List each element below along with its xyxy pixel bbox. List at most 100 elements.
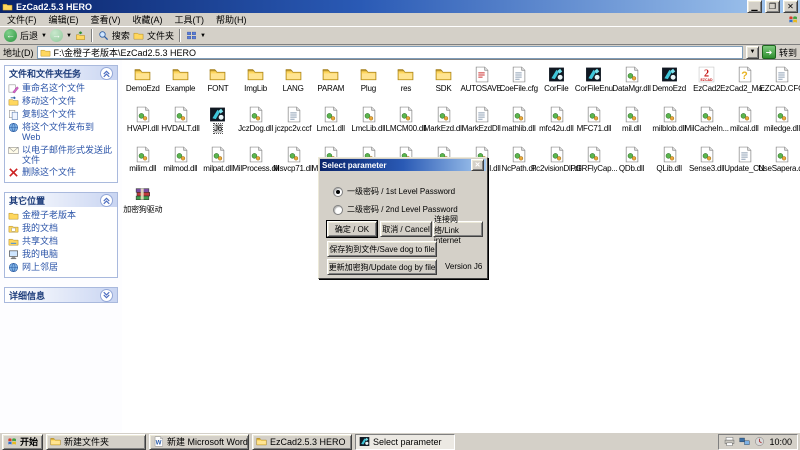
go-label[interactable]: 转到 (779, 46, 797, 59)
file-item[interactable]: Example (162, 66, 200, 106)
chevron-up-icon[interactable] (100, 194, 113, 207)
sidebar-item[interactable]: 我的文档 (8, 223, 114, 234)
file-item[interactable]: HVDALT.dll (162, 106, 200, 146)
file-item[interactable]: ImgLib (237, 66, 275, 106)
tray-status-icon[interactable] (754, 436, 765, 447)
sidebar-item[interactable]: 移动这个文件 (8, 96, 114, 107)
file-item[interactable]: Lmc1.dll (312, 106, 350, 146)
tray-network-icon[interactable] (739, 436, 750, 447)
file-item[interactable]: AUTOSAVE (462, 66, 500, 106)
radio-1st-level-password[interactable]: 一级密码 / 1st Level Password (333, 186, 455, 197)
file-item[interactable]: QLib.dll (650, 146, 688, 186)
file-item[interactable]: J6 (199, 106, 237, 146)
file-item[interactable]: FONT (199, 66, 237, 106)
taskbox-header[interactable]: 文件和文件夹任务 (5, 66, 117, 80)
file-item[interactable]: QDb.dll (613, 146, 651, 186)
sidebar-item[interactable]: 将这个文件发布到 Web (8, 122, 114, 143)
radio-button[interactable] (333, 187, 343, 197)
file-item[interactable]: SDK (425, 66, 463, 106)
views-icon[interactable] (186, 30, 197, 41)
sidebar-item-label[interactable]: 移动这个文件 (22, 96, 76, 106)
back-dropdown[interactable]: ▼ (41, 33, 47, 39)
sidebar-item-label[interactable]: 以电子邮件形式发送此文件 (22, 145, 114, 166)
sidebar-item[interactable]: 网上邻居 (8, 262, 114, 273)
sidebar-item-label[interactable]: 网上邻居 (22, 262, 58, 272)
file-item[interactable]: milcal.dll (726, 106, 764, 146)
chevron-up-icon[interactable] (100, 67, 113, 80)
back-button[interactable]: ← (4, 29, 17, 42)
file-item[interactable]: LmcLib.dll (350, 106, 388, 146)
sidebar-item-label[interactable]: 共享文档 (22, 236, 58, 246)
link-internet-button[interactable]: 连接网络/Link internet (433, 221, 483, 237)
sidebar-item-label[interactable]: 删除这个文件 (22, 167, 76, 177)
file-item[interactable]: LANG (274, 66, 312, 106)
menu-2[interactable]: 查看(V) (85, 13, 127, 26)
file-item[interactable]: CoeFile.cfg (500, 66, 538, 106)
file-item[interactable]: milmod.dll (162, 146, 200, 186)
file-item[interactable]: MilCacheIn... (688, 106, 726, 146)
cancel-button[interactable]: 取消 / Cancel (380, 221, 432, 237)
file-item[interactable]: res (387, 66, 425, 106)
taskbar-task[interactable]: Select parameter (355, 434, 455, 450)
taskbar-task[interactable]: EzCad2.5.3 HERO (252, 434, 352, 450)
menu-0[interactable]: 文件(F) (1, 13, 43, 26)
file-item[interactable]: mathlib.dll (500, 106, 538, 146)
file-item[interactable]: milpat.dll (199, 146, 237, 186)
start-button[interactable]: 开始 (2, 434, 43, 450)
file-item[interactable]: Sense3.dll (688, 146, 726, 186)
sidebar-item[interactable]: 删除这个文件 (8, 167, 114, 178)
menu-4[interactable]: 工具(T) (169, 13, 211, 26)
file-item[interactable]: jczpc2v.ccf (274, 106, 312, 146)
file-item[interactable]: DemoEzd (650, 66, 688, 106)
taskbox-header[interactable]: 其它位置 (5, 193, 117, 207)
folders-label[interactable]: 文件夹 (147, 29, 174, 42)
file-item[interactable]: DemoEzd (124, 66, 162, 106)
forward-dropdown[interactable]: ▼ (66, 33, 72, 39)
taskbar-task[interactable]: 新建文件夹 (46, 434, 146, 450)
file-item[interactable]: JczDog.dll (237, 106, 275, 146)
go-button[interactable]: ➜ (762, 45, 776, 59)
forward-button[interactable]: → (50, 29, 63, 42)
sidebar-item-label[interactable]: 我的电脑 (22, 249, 58, 259)
sidebar-item[interactable]: 以电子邮件形式发送此文件 (8, 145, 114, 166)
chevron-down-icon[interactable] (100, 289, 113, 302)
search-icon[interactable] (98, 30, 109, 41)
restore-button[interactable]: ❐ (765, 0, 780, 13)
file-item[interactable]: miledge.dll (763, 106, 800, 146)
file-item[interactable]: MarkEzd.dll (425, 106, 463, 146)
up-folder-button[interactable] (75, 30, 86, 41)
search-label[interactable]: 搜索 (112, 29, 130, 42)
sidebar-item[interactable]: 复制这个文件 (8, 109, 114, 120)
sidebar-item-label[interactable]: 将这个文件发布到 Web (22, 122, 114, 143)
file-item[interactable]: 加密狗驱动 (124, 186, 162, 226)
printer-icon[interactable] (724, 436, 735, 447)
sidebar-item[interactable]: 金橙子老版本 (8, 210, 114, 221)
sidebar-item[interactable]: 我的电脑 (8, 249, 114, 260)
file-item[interactable]: CorFile (538, 66, 576, 106)
views-dropdown[interactable]: ▼ (200, 33, 206, 39)
close-button[interactable]: ✕ (783, 0, 798, 13)
file-item[interactable]: CorFileEnu (575, 66, 613, 106)
ok-button[interactable]: 确定 / OK (327, 221, 377, 237)
file-item[interactable]: mil.dll (613, 106, 651, 146)
file-item[interactable]: milim.dll (124, 146, 162, 186)
menu-3[interactable]: 收藏(A) (127, 13, 169, 26)
title-bar[interactable]: EzCad2.5.3 HERO ▁ ❐ ✕ (0, 0, 800, 13)
file-item[interactable]: milblob.dll (650, 106, 688, 146)
menu-5[interactable]: 帮助(H) (210, 13, 253, 26)
file-item[interactable]: EZCAD.CFG (763, 66, 800, 106)
file-item[interactable]: Msvcp71.dll (274, 146, 312, 186)
sidebar-item-label[interactable]: 金橙子老版本 (22, 210, 76, 220)
sidebar-item[interactable]: 共享文档 (8, 236, 114, 247)
sidebar-item-label[interactable]: 重命名这个文件 (22, 83, 85, 93)
radio-button[interactable] (333, 205, 343, 215)
menu-1[interactable]: 编辑(E) (43, 13, 85, 26)
file-item[interactable]: MFC71.dll (575, 106, 613, 146)
file-item[interactable]: MarkEzdDll (462, 106, 500, 146)
dialog-close-icon[interactable]: ✕ (471, 159, 484, 171)
folders-icon[interactable] (133, 30, 144, 41)
taskbox-header[interactable]: 详细信息 (5, 288, 117, 302)
file-item[interactable]: UseSapera.dll (763, 146, 800, 186)
file-item[interactable]: MilProcess.dll (237, 146, 275, 186)
file-item[interactable]: DataMgr.dll (613, 66, 651, 106)
